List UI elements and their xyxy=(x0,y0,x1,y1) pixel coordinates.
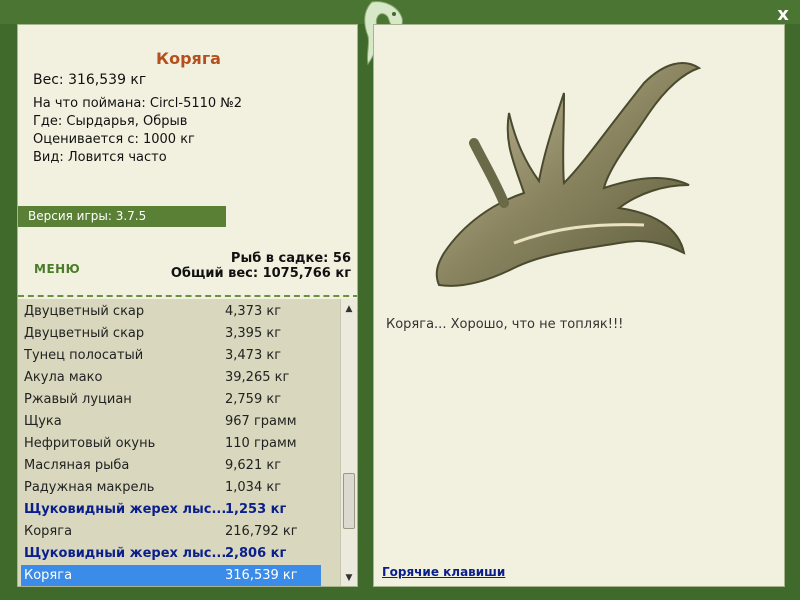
fish-name: Двуцветный скар xyxy=(24,326,145,341)
close-icon: x xyxy=(777,4,789,25)
fish-weight: 216,792 кг xyxy=(225,524,298,539)
fish-list-item[interactable]: Нефритовый окунь 110 грамм xyxy=(21,433,321,455)
scroll-down-icon[interactable]: ▼ xyxy=(341,570,357,586)
fish-weight: 316,539 кг xyxy=(225,568,298,583)
caught-on-text: На что поймана: Circl-5110 №2 xyxy=(33,96,243,111)
fish-name: Коряга xyxy=(24,524,73,539)
divider xyxy=(18,295,357,297)
fish-name: Щуковидный жерех лыс... xyxy=(24,502,227,517)
fish-weight: 1,253 кг xyxy=(225,502,287,517)
fish-weight: 1,034 кг xyxy=(225,480,282,495)
hotkeys-link[interactable]: Горячие клавиши xyxy=(382,565,505,579)
fish-list-item[interactable]: Двуцветный скар 4,373 кг xyxy=(21,301,321,323)
fish-count: Рыб в садке: 56 xyxy=(230,251,351,266)
version-bar: Версия игры: 3.7.5 xyxy=(18,206,226,227)
fish-weight: 3,473 кг xyxy=(225,348,282,363)
fish-name: Радужная макрель xyxy=(24,480,155,495)
fish-list[interactable]: Двуцветный скар 4,373 кг Двуцветный скар 3,… xyxy=(18,299,340,586)
fish-name: Тунец полосатый xyxy=(24,348,144,363)
scroll-thumb[interactable] xyxy=(343,473,355,529)
catch-weight: Вес: 316,539 кг xyxy=(33,72,147,88)
fish-list-item[interactable]: Тунец полосатый 3,473 кг xyxy=(21,345,321,367)
driftwood-image xyxy=(435,62,702,287)
scroll-up-icon[interactable]: ▲ xyxy=(341,301,357,317)
menu-button[interactable]: МЕНЮ xyxy=(34,262,80,276)
fish-list-item[interactable]: Двуцветный скар 3,395 кг xyxy=(21,323,321,345)
catch-details: На что поймана: Circl-5110 №2 Где: Сырда… xyxy=(33,95,242,167)
fish-name: Нефритовый окунь xyxy=(24,436,156,451)
catch-title: Коряга xyxy=(156,49,221,68)
fish-name: Щуковидный жерех лыс... xyxy=(24,546,227,561)
fish-list-item[interactable]: Масляная рыба 9,621 кг xyxy=(21,455,321,477)
catch-caption: Коряга... Хорошо, что не топляк!!! xyxy=(386,317,624,332)
fish-weight: 39,265 кг xyxy=(225,370,290,385)
catch-info-panel: Коряга Вес: 316,539 кг На что поймана: C… xyxy=(17,24,358,587)
fish-list-item[interactable]: Коряга 216,792 кг xyxy=(21,521,321,543)
fish-weight: 967 грамм xyxy=(225,414,297,429)
fish-name: Акула мако xyxy=(24,370,103,385)
fish-list-item[interactable]: Коряга 316,539 кг xyxy=(21,565,321,586)
fish-weight: 4,373 кг xyxy=(225,304,282,319)
fish-name: Масляная рыба xyxy=(24,458,130,473)
fish-name: Двуцветный скар xyxy=(24,304,145,319)
fish-list-item[interactable]: Ржавый луциан 2,759 кг xyxy=(21,389,321,411)
fish-weight: 9,621 кг xyxy=(225,458,282,473)
fish-name: Ржавый луциан xyxy=(24,392,132,407)
catch-preview-panel: Коряга... Хорошо, что не топляк!!! Горяч… xyxy=(373,24,785,587)
fish-weight: 2,806 кг xyxy=(225,546,287,561)
fish-list-item[interactable]: Щуковидный жерех лыс... 1,253 кг xyxy=(21,499,321,521)
fish-weight: 110 грамм xyxy=(225,436,297,451)
fish-name: Коряга xyxy=(24,568,73,583)
list-scrollbar[interactable]: ▲ ▼ xyxy=(340,299,357,586)
fish-list-item[interactable]: Акула мако 39,265 кг xyxy=(21,367,321,389)
fish-list-item[interactable]: Щуковидный жерех лыс... 2,806 кг xyxy=(21,543,321,565)
close-button[interactable]: x xyxy=(772,4,794,26)
location-text: Где: Сырдарья, Обрыв xyxy=(33,114,188,129)
fish-name: Щука xyxy=(24,414,62,429)
fish-weight: 3,395 кг xyxy=(225,326,282,341)
kind-text: Вид: Ловится часто xyxy=(33,150,167,165)
total-weight: Общий вес: 1075,766 кг xyxy=(170,266,351,281)
fish-list-item[interactable]: Радужная макрель 1,034 кг xyxy=(21,477,321,499)
fish-weight: 2,759 кг xyxy=(225,392,282,407)
value-text: Оценивается с: 1000 кг xyxy=(33,132,195,147)
keepnet-stats: Рыб в садке: 56 Общий вес: 1075,766 кг xyxy=(171,251,351,281)
fish-list-item[interactable]: Щука 967 грамм xyxy=(21,411,321,433)
